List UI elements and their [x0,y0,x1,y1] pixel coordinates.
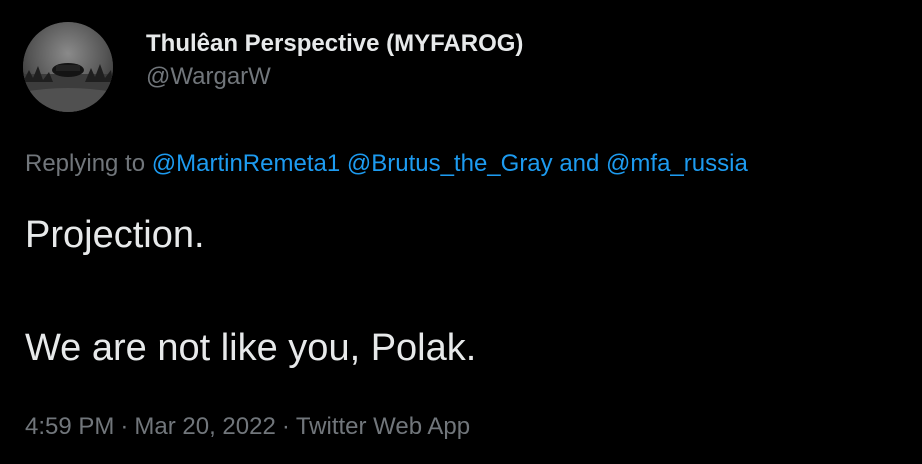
separator: · [281,413,290,440]
avatar[interactable] [23,22,113,112]
mention-link[interactable]: @MartinRemeta1 [152,150,340,177]
mention-link[interactable]: @mfa_russia [606,150,748,177]
mention-link[interactable]: @Brutus_the_Gray [347,150,553,177]
separator: · [120,413,129,440]
tweet-text-line: Projection. [25,214,205,256]
author-names: Thulêan Perspective (MYFAROG) @WargarW [146,29,523,92]
tweet-date[interactable]: Mar 20, 2022 [134,413,275,440]
mention-conjunction[interactable]: and [559,150,599,177]
replying-to-line: Replying to @MartinRemeta1 @Brutus_the_G… [25,148,748,180]
tweet: Thulêan Perspective (MYFAROG) @WargarW R… [0,0,922,464]
tweet-text-line: We are not like you, Polak. [25,327,477,369]
profile-photo-icon [23,22,113,112]
user-handle[interactable]: @WargarW [146,62,523,92]
tweet-metadata: 4:59 PM · Mar 20, 2022 · Twitter Web App [25,411,470,443]
tweet-time[interactable]: 4:59 PM [25,413,114,440]
display-name[interactable]: Thulêan Perspective (MYFAROG) [146,29,523,59]
tweet-source[interactable]: Twitter Web App [296,413,470,440]
replying-to-label: Replying to [25,150,146,177]
